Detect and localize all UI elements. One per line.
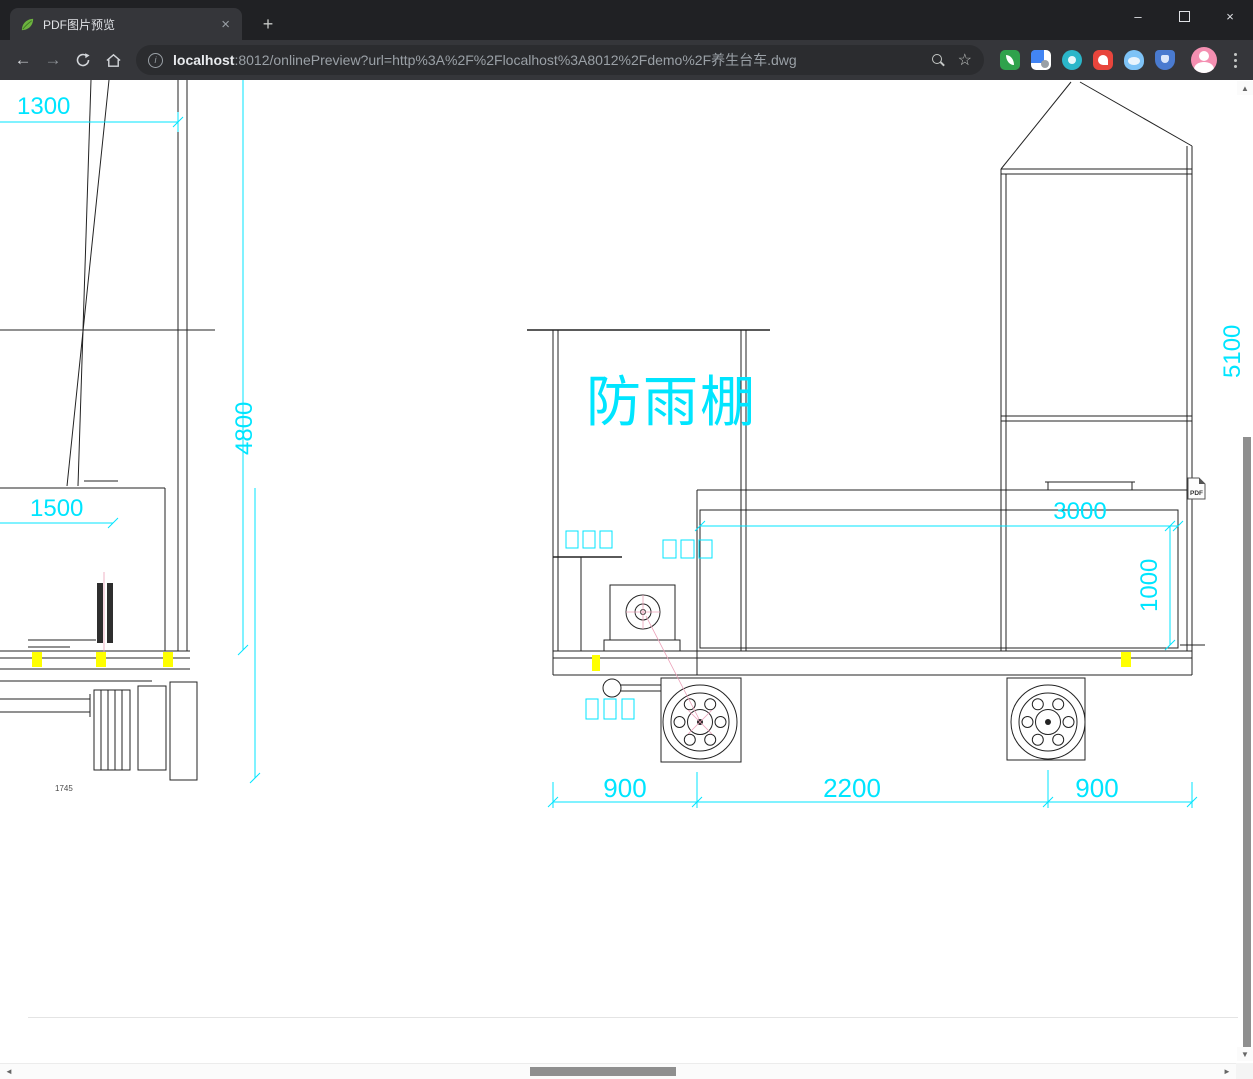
- highlight-marks: [32, 652, 1131, 671]
- home-button[interactable]: [98, 45, 128, 75]
- vertical-scrollbar-thumb[interactable]: [1243, 437, 1251, 1050]
- menu-kebab-icon[interactable]: [1225, 48, 1245, 72]
- back-button[interactable]: ←: [8, 45, 38, 75]
- extension-icon-red[interactable]: [1093, 50, 1113, 70]
- window-controls: – ×: [1115, 0, 1253, 32]
- extension-icon-cloud[interactable]: [1124, 50, 1144, 70]
- maximize-button[interactable]: [1161, 0, 1207, 32]
- new-tab-button[interactable]: +: [256, 12, 280, 36]
- url-host: localhost: [173, 52, 235, 68]
- cad-drawing: 1300 4800 1500 3000 1000 5100 900 2200 9…: [0, 80, 1246, 808]
- horizontal-scrollbar-thumb[interactable]: [530, 1067, 676, 1076]
- reload-icon: [76, 53, 90, 67]
- url-text: localhost:8012/onlinePreview?url=http%3A…: [173, 50, 920, 70]
- dim-small: 1745: [55, 784, 73, 793]
- address-bar[interactable]: i localhost:8012/onlinePreview?url=http%…: [136, 45, 984, 75]
- extensions-row: [1000, 50, 1175, 70]
- page-content: 1300 4800 1500 3000 1000 5100 900 2200 9…: [0, 80, 1253, 1079]
- tab-title: PDF图片预览: [43, 17, 116, 32]
- browser-tab[interactable]: PDF图片预览 ×: [10, 8, 242, 40]
- browser-toolbar: ← → i localhost:8012/onlinePreview?url=h…: [0, 40, 1253, 80]
- scroll-up-arrow[interactable]: ▲: [1237, 81, 1253, 95]
- pdf-badge-label: PDF: [1190, 490, 1203, 497]
- dim-2200: 2200: [823, 773, 881, 803]
- dim-1000: 1000: [1136, 559, 1163, 612]
- profile-avatar[interactable]: [1191, 47, 1217, 73]
- dim-3000: 3000: [1053, 498, 1106, 525]
- page-boundary-line: [28, 1017, 1238, 1018]
- browser-window: PDF图片预览 × + – × ← → i localhost:8012/onl…: [0, 0, 1253, 1079]
- tab-bar: PDF图片预览 × + – ×: [0, 0, 1253, 40]
- scroll-left-arrow[interactable]: ◄: [1, 1064, 17, 1078]
- minimize-button[interactable]: –: [1115, 0, 1161, 32]
- shelter-label: 防雨棚: [586, 371, 757, 433]
- wheel-rear: [1010, 684, 1086, 760]
- zoom-icon[interactable]: [928, 50, 948, 70]
- dim-1300: 1300: [17, 93, 70, 120]
- forward-button[interactable]: →: [38, 45, 68, 75]
- maximize-icon: [1178, 10, 1190, 22]
- extension-icon-shield[interactable]: [1155, 50, 1175, 70]
- spring-leaf-favicon: [20, 17, 35, 32]
- extension-icon-green[interactable]: [1000, 50, 1020, 70]
- scroll-right-arrow[interactable]: ►: [1219, 1064, 1235, 1078]
- dim-900-left: 900: [603, 773, 646, 803]
- close-button[interactable]: ×: [1207, 0, 1253, 32]
- dim-900-right: 900: [1075, 773, 1118, 803]
- home-icon: [105, 53, 121, 67]
- reload-button[interactable]: [68, 45, 98, 75]
- scroll-down-arrow[interactable]: ▼: [1237, 1047, 1253, 1061]
- dimension-lines: [0, 80, 1198, 808]
- scrollbar-corner: [1236, 1063, 1253, 1079]
- dim-1500: 1500: [30, 495, 83, 522]
- url-path: :8012/onlinePreview?url=http%3A%2F%2Floc…: [234, 52, 797, 68]
- magnifier-glyph: [931, 54, 942, 64]
- extension-icon-teal-circle[interactable]: [1062, 50, 1082, 70]
- centerlines: [103, 572, 713, 735]
- extension-icon-translate[interactable]: [1031, 50, 1051, 70]
- bookmark-star-icon[interactable]: ☆: [958, 50, 972, 70]
- tab-close-icon[interactable]: ×: [219, 17, 232, 32]
- dim-4800: 4800: [231, 402, 258, 455]
- pdf-badge[interactable]: PDF: [1187, 477, 1206, 500]
- dim-5100: 5100: [1219, 325, 1246, 378]
- page-info-icon[interactable]: i: [148, 52, 163, 68]
- left-elevation: [0, 80, 215, 781]
